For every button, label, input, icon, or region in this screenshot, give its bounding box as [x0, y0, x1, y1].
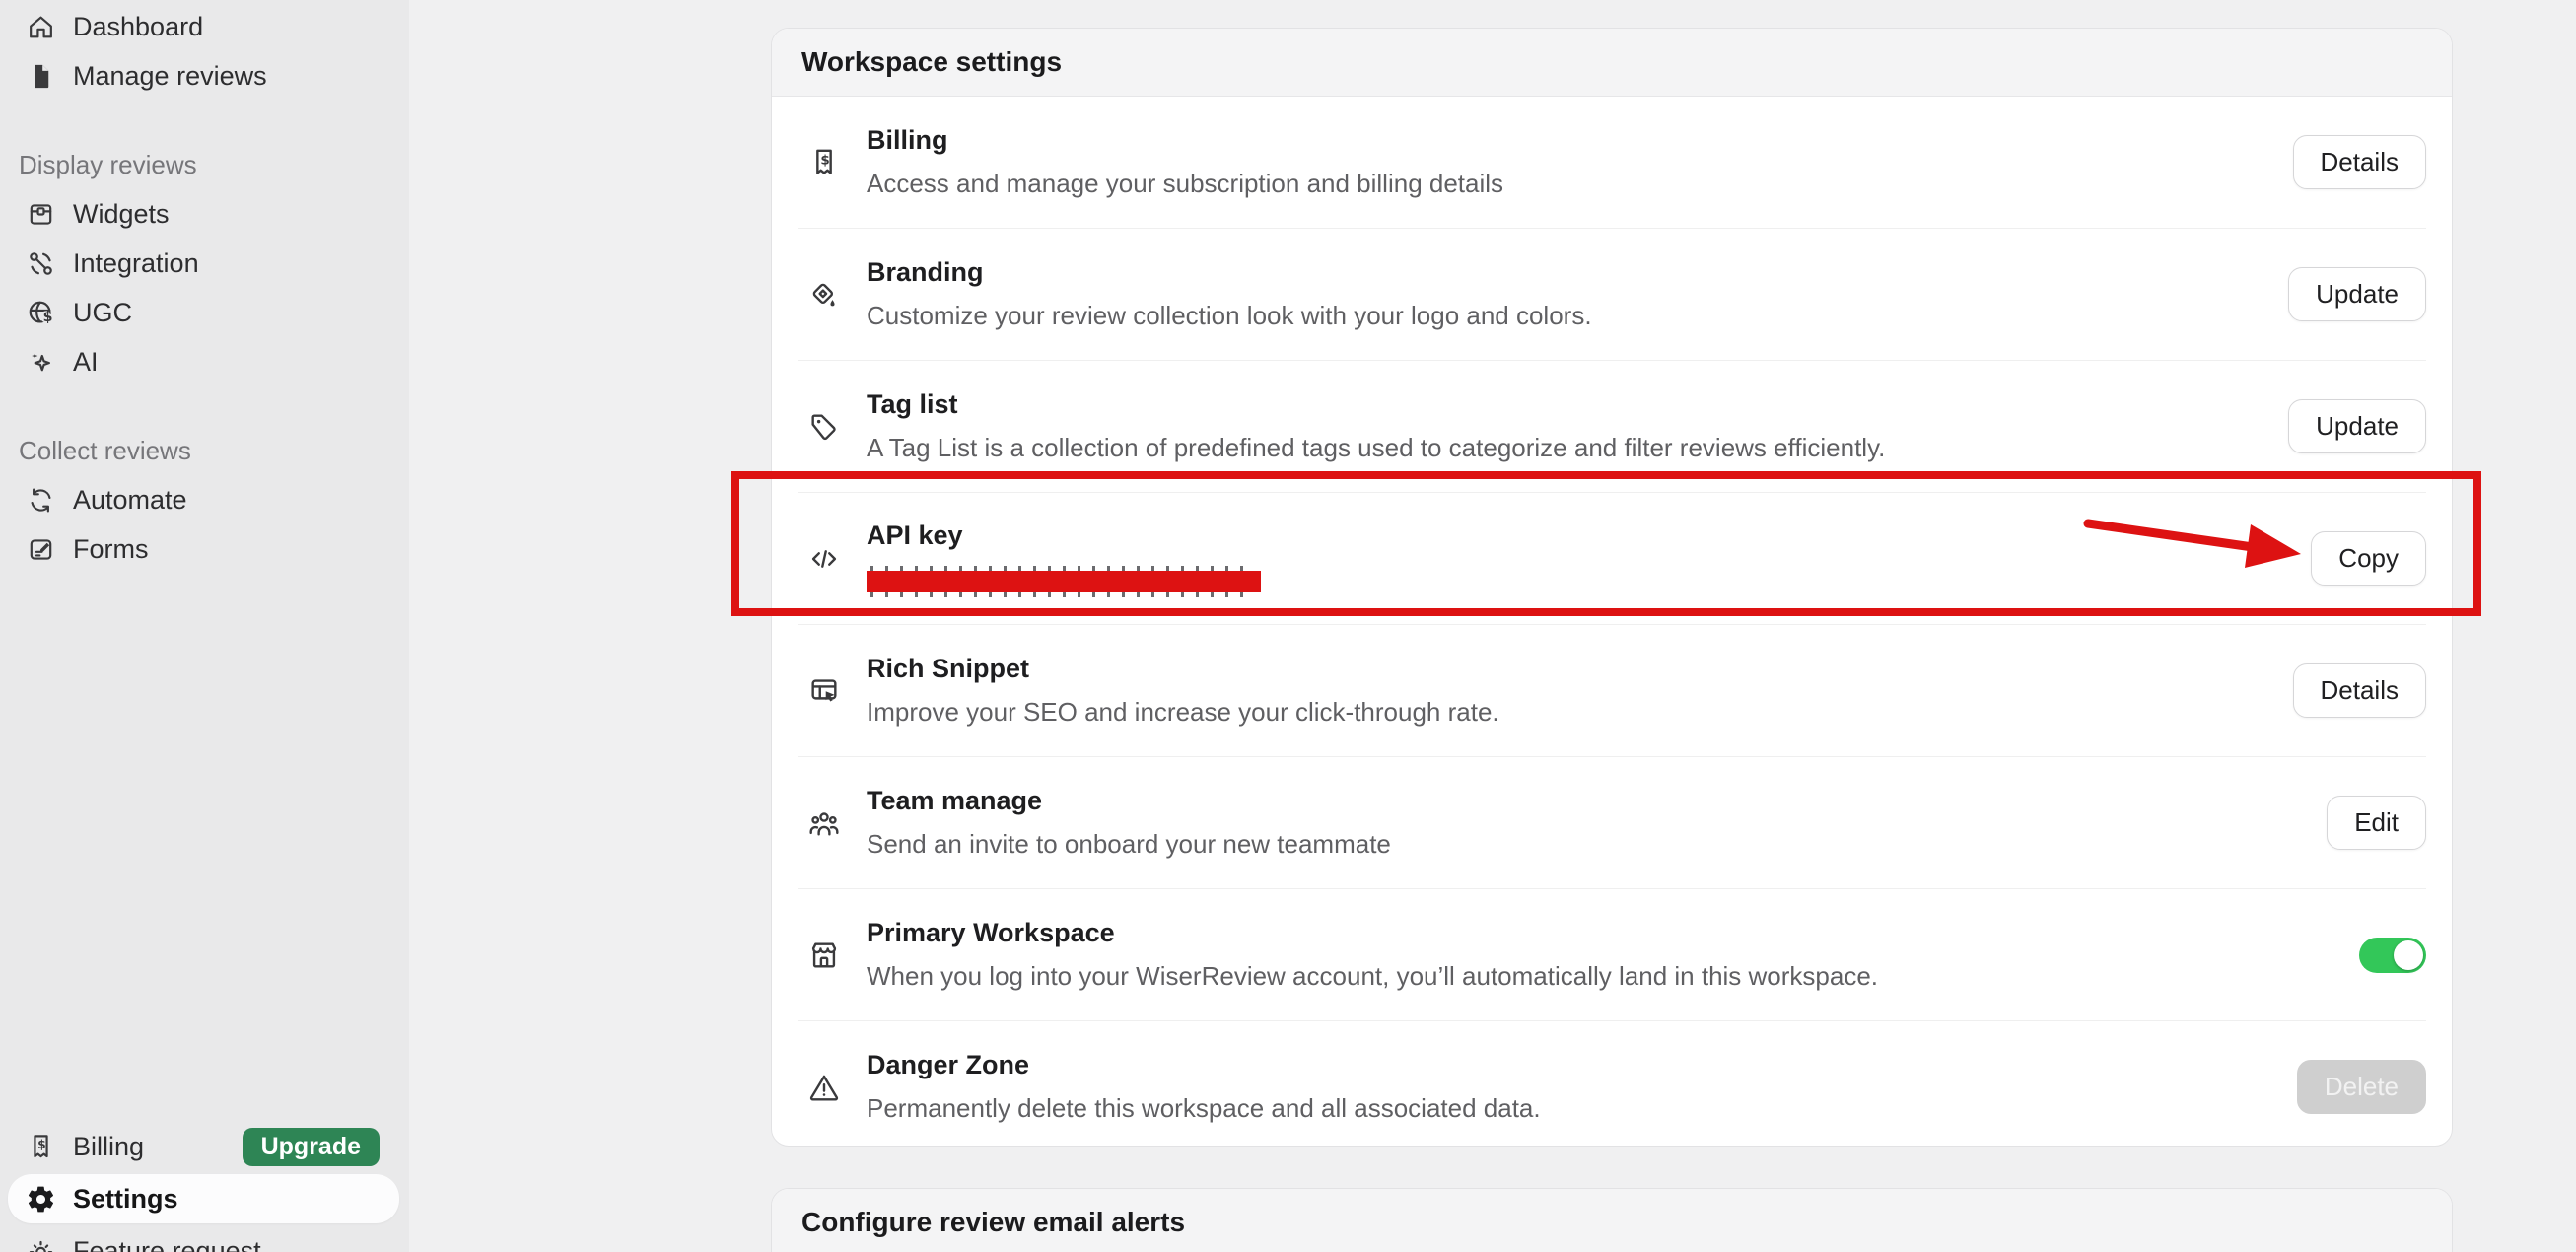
rich-snippet-details-button[interactable]: Details	[2293, 663, 2426, 718]
tag-list-update-button[interactable]: Update	[2288, 399, 2426, 453]
row-description: Send an invite to onboard your new teamm…	[867, 829, 1391, 860]
sidebar-item-label: Integration	[73, 248, 199, 279]
sidebar-item-label: UGC	[73, 298, 132, 328]
row-title: Branding	[867, 257, 1592, 288]
warning-triangle-icon	[807, 1071, 841, 1104]
sidebar-item-forms[interactable]: Forms	[0, 524, 409, 574]
integration-nodes-icon	[26, 248, 56, 279]
sidebar-item-feature-request[interactable]: Feature request	[0, 1226, 409, 1252]
sidebar-item-automate[interactable]: Automate	[0, 475, 409, 524]
workspace-settings-title: Workspace settings	[772, 29, 2452, 97]
sidebar-item-label: Automate	[73, 485, 187, 516]
widget-box-icon	[26, 199, 56, 230]
idea-spark-icon	[26, 1236, 56, 1252]
row-description: A Tag List is a collection of predefined…	[867, 433, 1885, 463]
settings-row-rich-snippet: Rich Snippet Improve your SEO and increa…	[798, 625, 2426, 757]
danger-zone-delete-button[interactable]: Delete	[2297, 1060, 2426, 1114]
sidebar-item-label: Widgets	[73, 199, 170, 230]
row-title: Billing	[867, 125, 1503, 156]
settings-row-tag-list: Tag list A Tag List is a collection of p…	[798, 361, 2426, 493]
settings-row-primary-workspace: Primary Workspace When you log into your…	[798, 889, 2426, 1021]
home-icon	[26, 12, 56, 42]
email-alerts-card: Configure review email alerts	[771, 1188, 2453, 1252]
sidebar-bottom: $ Billing Upgrade Settings Feature reque	[0, 1122, 409, 1252]
row-title: API key	[867, 521, 1261, 551]
svg-text:$: $	[820, 153, 829, 168]
upgrade-badge[interactable]: Upgrade	[243, 1128, 380, 1166]
refresh-icon	[26, 485, 56, 516]
sidebar-item-ai[interactable]: AI	[0, 337, 409, 386]
code-icon	[807, 542, 841, 576]
browser-cursor-icon	[807, 674, 841, 708]
settings-row-api-key: API key Copy	[798, 493, 2426, 625]
sidebar-item-label: Forms	[73, 534, 149, 565]
sidebar-item-manage-reviews[interactable]: Manage reviews	[0, 51, 409, 101]
email-alerts-title: Configure review email alerts	[772, 1189, 2452, 1252]
receipt-icon: $	[807, 146, 841, 179]
row-description: Permanently delete this workspace and al…	[867, 1093, 1541, 1124]
row-description: Access and manage your subscription and …	[867, 169, 1503, 199]
svg-text:$: $	[43, 310, 53, 325]
team-manage-edit-button[interactable]: Edit	[2327, 796, 2426, 850]
sidebar-item-widgets[interactable]: Widgets	[0, 189, 409, 239]
gear-icon	[26, 1184, 56, 1215]
people-icon	[807, 806, 841, 840]
sidebar-item-settings[interactable]: Settings	[8, 1174, 399, 1223]
sidebar: Dashboard Manage reviews Display reviews…	[0, 0, 409, 1252]
branding-update-button[interactable]: Update	[2288, 267, 2426, 321]
sidebar-item-label: Dashboard	[73, 12, 203, 42]
row-title: Danger Zone	[867, 1050, 1541, 1080]
sidebar-item-label: Billing	[73, 1132, 144, 1162]
settings-row-branding: Branding Customize your review collectio…	[798, 229, 2426, 361]
toggle-knob	[2394, 940, 2423, 970]
sidebar-section-display-reviews: Display reviews	[0, 140, 409, 189]
sidebar-item-billing[interactable]: $ Billing Upgrade	[0, 1122, 409, 1171]
sidebar-item-dashboard[interactable]: Dashboard	[0, 2, 409, 51]
svg-text:$: $	[37, 1138, 46, 1151]
row-title: Rich Snippet	[867, 654, 1499, 684]
redaction-bar	[867, 571, 1261, 592]
sidebar-item-label: Feature request	[73, 1236, 261, 1252]
row-title: Primary Workspace	[867, 918, 1878, 948]
row-description: When you log into your WiserReview accou…	[867, 961, 1878, 992]
billing-details-button[interactable]: Details	[2293, 135, 2426, 189]
sidebar-item-label: Manage reviews	[73, 61, 267, 92]
row-title: Team manage	[867, 786, 1391, 816]
settings-row-team-manage: Team manage Send an invite to onboard yo…	[798, 757, 2426, 889]
settings-row-billing: $ Billing Access and manage your subscri…	[798, 97, 2426, 229]
paint-bucket-icon	[807, 278, 841, 312]
receipt-icon: $	[26, 1132, 56, 1162]
tag-icon	[807, 410, 841, 444]
row-description: Customize your review collection look wi…	[867, 301, 1592, 331]
sidebar-section-collect-reviews: Collect reviews	[0, 426, 409, 475]
file-icon	[26, 61, 56, 92]
primary-workspace-toggle[interactable]	[2359, 938, 2426, 973]
storefront-icon	[807, 939, 841, 972]
app-root: Dashboard Manage reviews Display reviews…	[0, 0, 2576, 1252]
sparkles-icon	[26, 347, 56, 378]
row-description: Improve your SEO and increase your click…	[867, 697, 1499, 728]
sidebar-item-label: AI	[73, 347, 99, 378]
api-key-masked-value	[867, 566, 1261, 597]
row-title: Tag list	[867, 389, 1885, 420]
sidebar-item-label: Settings	[73, 1184, 178, 1215]
form-edit-icon	[26, 534, 56, 565]
api-key-copy-button[interactable]: Copy	[2311, 531, 2426, 586]
sidebar-item-ugc[interactable]: $ UGC	[0, 288, 409, 337]
settings-row-danger-zone: Danger Zone Permanently delete this work…	[798, 1021, 2426, 1147]
globe-dollar-icon: $	[26, 298, 56, 328]
workspace-settings-card: Workspace settings $ Billing Access and …	[771, 28, 2453, 1147]
sidebar-item-integration[interactable]: Integration	[0, 239, 409, 288]
